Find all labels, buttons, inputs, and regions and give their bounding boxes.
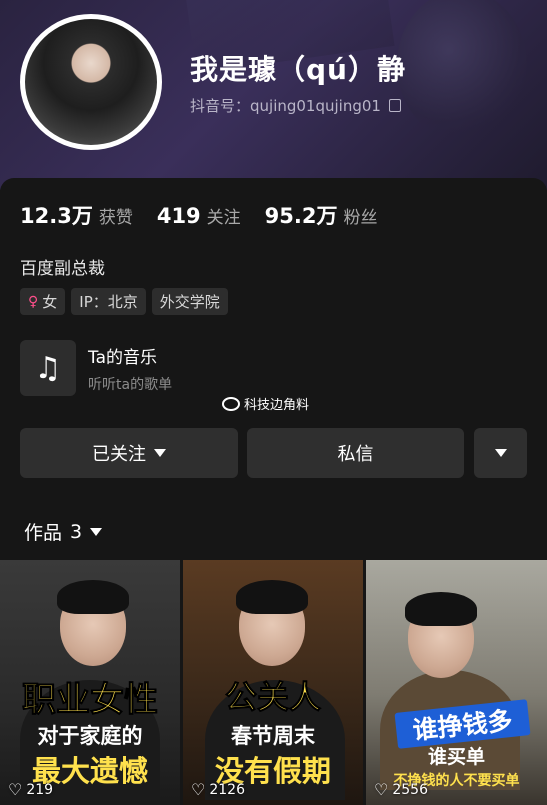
likes-number: 219 [26,781,54,798]
video-title-line2: 春节周末 [231,724,315,748]
more-options-button[interactable] [474,428,527,478]
female-icon: ♀ [28,293,39,310]
heart-icon: ♡ [8,780,23,799]
weibo-icon [222,396,240,411]
watermark-text: 科技边角料 [244,398,310,413]
copy-icon[interactable] [388,99,401,112]
video-thumbnail[interactable]: 公关人 春节周末 没有假期 ♡ 2126 [183,560,363,805]
school-tag[interactable]: 外交学院 [151,288,228,315]
bio: 百度副总裁 [20,259,105,279]
music-subtitle: 听听ta的歌单 [88,376,173,393]
message-label: 私信 [337,444,374,465]
gender-label: 女 [42,293,58,311]
followed-button[interactable]: 已关注 [20,428,238,478]
video-thumbnail[interactable]: 职业女性 对于家庭的 最大遗憾 ♡ 219 [0,560,180,805]
dropdown-arrow-icon [90,527,103,536]
dropdown-arrow-icon [494,449,507,457]
likes-number: 2126 [209,781,245,798]
video-likes: ♡ 219 [8,780,53,799]
avatar[interactable] [20,14,162,150]
video-likes: ♡ 2126 [191,780,245,799]
heart-icon: ♡ [374,780,389,799]
nickname: 我是璩（qú）静 [190,53,406,86]
music-entry[interactable]: ♫ Ta的音乐 听听ta的歌单 [20,340,172,396]
video-thumbnail[interactable]: 谁挣钱多 谁买单 不挣钱的人不要买单 ♡ 2556 [366,560,547,805]
video-title-line1: 公关人 [224,678,321,717]
message-button[interactable]: 私信 [247,428,464,478]
works-tab[interactable]: 作品 3 [24,518,103,545]
likes-number: 2556 [392,781,428,798]
video-title-line1: 职业女性 [22,680,159,721]
person-hair [57,580,129,614]
person-hair [236,580,308,614]
likes-count[interactable]: 12.3万 [20,200,93,230]
followed-label: 已关注 [92,444,146,465]
followers-count[interactable]: 95.2万 [265,200,338,230]
dropdown-arrow-icon [154,449,166,457]
works-label: 作品 [24,522,63,544]
video-likes: ♡ 2556 [374,780,428,799]
douyin-id[interactable]: 抖音号：qujing01qujing01 [190,95,401,116]
person-hair [405,592,477,626]
following-label: 关注 [206,208,241,228]
works-count: 3 [70,520,83,543]
likes-label: 获赞 [98,208,133,228]
gender-tag: ♀ 女 [20,288,66,315]
header-background-decoration [397,0,527,140]
profile-tags: ♀ 女 IP：北京 外交学院 [20,288,228,315]
music-note-icon: ♫ [20,340,76,396]
followers-label: 粉丝 [343,208,378,228]
heart-icon: ♡ [191,780,206,799]
video-title-line2: 对于家庭的 [37,724,143,748]
following-count[interactable]: 419 [157,204,201,228]
stats-row: 12.3万 获赞 419 关注 95.2万 粉丝 [20,200,396,230]
watermark: 科技边角料 [222,394,309,413]
douyin-id-text: 抖音号：qujing01qujing01 [190,97,381,115]
video-title-line2: 谁买单 [427,746,485,768]
ip-tag: IP：北京 [71,288,146,315]
music-title: Ta的音乐 [88,347,157,368]
